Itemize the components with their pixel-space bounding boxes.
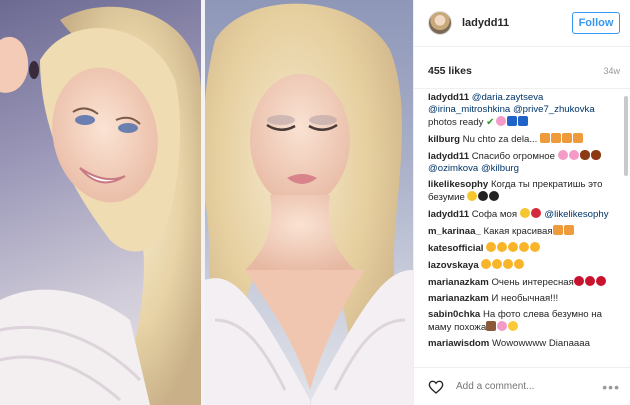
blossom-emoji-icon <box>496 116 507 126</box>
more-options-icon[interactable]: ••• <box>602 380 620 394</box>
fox-emoji-icon <box>552 225 563 235</box>
comment-item: ladydd11 Спасибо огромное @ozimkova @kil… <box>428 150 616 175</box>
comment-item: katesofficial <box>428 242 616 255</box>
heye-emoji-icon <box>486 242 497 252</box>
comment-text: Какая красивая <box>483 226 553 237</box>
rose-emoji-icon <box>573 276 584 286</box>
photo-panel-left <box>0 0 201 405</box>
comment-mention-link[interactable]: @prive7_zhukovka <box>513 104 595 115</box>
comment-author[interactable]: ladydd11 <box>428 151 469 162</box>
fox-emoji-icon <box>561 133 572 143</box>
portrait-right-image <box>205 3 413 405</box>
comment-text: И необычная!!! <box>491 293 559 304</box>
comment-mention-link[interactable]: @kilburg <box>481 163 519 174</box>
bomb-emoji-icon <box>489 191 500 201</box>
comment-text: Очень интересная <box>491 277 574 288</box>
blossom-emoji-icon <box>557 150 568 160</box>
heye-emoji-icon <box>497 242 508 252</box>
heye-emoji-icon <box>530 242 541 252</box>
anchor-emoji-icon <box>518 116 529 126</box>
heye-emoji-icon <box>508 242 519 252</box>
rose-emoji-icon <box>595 276 606 286</box>
comment-mention-link[interactable]: @likelikesophy <box>544 209 608 220</box>
post-username[interactable]: ladydd11 <box>462 17 572 29</box>
comments-list[interactable]: ladydd11 @daria.zaytseva @irina_mitroshk… <box>414 92 630 367</box>
comment-text: Nu chto za dela... <box>462 134 540 145</box>
heart-outline-icon[interactable] <box>428 379 444 395</box>
comment-mention-link[interactable]: @daria.zaytseva <box>472 92 544 103</box>
football-emoji-icon <box>590 150 601 160</box>
comment-author[interactable]: katesofficial <box>428 243 483 254</box>
check-emoji-icon: ✔ <box>486 117 495 128</box>
heye-emoji-icon <box>503 259 514 269</box>
likes-count[interactable]: 455 likes <box>428 65 472 77</box>
heye-emoji-icon <box>492 259 503 269</box>
comment-text: photos ready <box>428 117 487 128</box>
blossom-emoji-icon <box>497 321 508 331</box>
grin-emoji-icon <box>508 321 519 331</box>
comment-author[interactable]: mariawisdom <box>428 338 489 349</box>
heye-emoji-icon <box>481 259 492 269</box>
comment-mention-link[interactable]: @irina_mitroshkina <box>428 104 510 115</box>
post-sidebar: ladydd11 Follow 455 likes 34w ladydd11 @… <box>413 0 630 405</box>
comment-text: Софа моя <box>471 209 520 220</box>
add-comment-input[interactable] <box>456 381 603 392</box>
comment-item: kilburg Nu chto za dela... <box>428 133 616 146</box>
comment-author[interactable]: marianazkam <box>428 293 489 304</box>
comment-text: Wowowwww Dianaaaa <box>492 338 590 349</box>
laugh-emoji-icon <box>467 191 478 201</box>
post-age[interactable]: 34w <box>603 66 620 76</box>
comment-author[interactable]: sabin0chka <box>428 309 480 320</box>
post-stats: 455 likes 34w <box>414 47 630 89</box>
fox-emoji-icon <box>572 133 583 143</box>
fox-emoji-icon <box>563 225 574 235</box>
post-header: ladydd11 Follow <box>414 0 630 47</box>
comment-item: mariawisdom Wowowwww Dianaaaa <box>428 338 616 350</box>
comment-item: ladydd11 Софа моя @likelikesophy <box>428 208 616 221</box>
comment-item: sabin0chka На фото слева безумно на маму… <box>428 309 616 334</box>
heart-emoji-icon <box>530 208 541 218</box>
comment-author[interactable]: kilburg <box>428 134 460 145</box>
comment-item: lazovskaya <box>428 259 616 272</box>
bomb-emoji-icon <box>478 191 489 201</box>
heye-emoji-icon <box>519 242 530 252</box>
laugh-emoji-icon <box>519 208 530 218</box>
comment-author[interactable]: likelikesophy <box>428 179 488 190</box>
post-photo[interactable] <box>0 0 413 405</box>
fox-emoji-icon <box>539 133 550 143</box>
comments-scrollbar[interactable] <box>624 96 628 176</box>
blossom-emoji-icon <box>568 150 579 160</box>
comment-author[interactable]: lazovskaya <box>428 260 479 271</box>
comment-author[interactable]: m_karinaa_ <box>428 226 481 237</box>
comment-item: marianazkam Очень интересная <box>428 276 616 289</box>
football-emoji-icon <box>579 150 590 160</box>
anchor-emoji-icon <box>507 116 518 126</box>
portrait-left-image <box>0 6 201 405</box>
comment-item: ladydd11 @daria.zaytseva @irina_mitroshk… <box>428 92 616 129</box>
comment-text: Спасибо огромное <box>471 151 558 162</box>
avatar[interactable] <box>428 11 452 35</box>
comment-author[interactable]: ladydd11 <box>428 92 469 103</box>
comment-item: marianazkam И необычная!!! <box>428 293 616 305</box>
comment-author[interactable]: ladydd11 <box>428 209 469 220</box>
comment-author[interactable]: marianazkam <box>428 277 489 288</box>
fox-emoji-icon <box>550 133 561 143</box>
family-emoji-icon <box>486 321 497 331</box>
post-footer: ••• <box>414 367 630 405</box>
follow-button[interactable]: Follow <box>572 12 620 34</box>
comment-item: likelikesophy Когда ты прекратишь это бе… <box>428 179 616 204</box>
rose-emoji-icon <box>584 276 595 286</box>
comment-item: m_karinaa_ Какая красивая <box>428 225 616 238</box>
heye-emoji-icon <box>514 259 525 269</box>
comment-mention-link[interactable]: @ozimkova <box>428 163 478 174</box>
photo-panel-right <box>205 0 413 405</box>
